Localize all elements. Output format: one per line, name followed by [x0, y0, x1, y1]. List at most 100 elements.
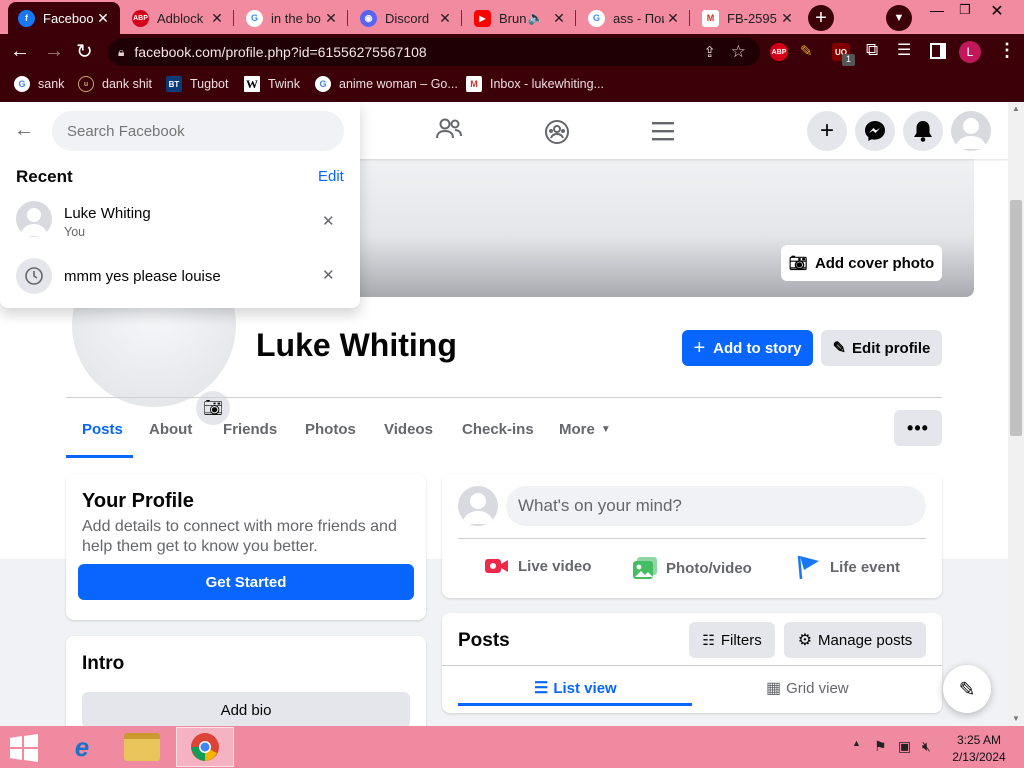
- facebook-icon: f: [18, 9, 35, 27]
- close-icon[interactable]: ✕: [208, 10, 226, 27]
- search-box[interactable]: [52, 111, 344, 151]
- bookmark-item[interactable]: M Inbox - lukewhiting...: [466, 76, 604, 92]
- restore-button[interactable]: ❐: [954, 2, 976, 22]
- edit-profile-button[interactable]: ✎ Edit profile: [821, 330, 942, 366]
- close-icon[interactable]: ✕: [436, 10, 454, 27]
- remove-recent-icon[interactable]: ✕: [322, 266, 335, 284]
- scroll-up-arrow[interactable]: ▲: [1012, 104, 1020, 113]
- bookmark-item[interactable]: u dank shit: [78, 76, 152, 92]
- forward-button[interactable]: →: [44, 40, 64, 63]
- reload-button[interactable]: ↻: [76, 39, 93, 64]
- bookmark-item[interactable]: G anime woman – Go...: [315, 76, 458, 92]
- recent-search-item[interactable]: Luke Whiting You ✕: [8, 198, 352, 246]
- page-scrollbar[interactable]: ▲ ▼: [1008, 102, 1024, 726]
- tab-google-search[interactable]: G in the bo ✕: [236, 2, 348, 34]
- tab-discord[interactable]: ◉ Discord ✕: [350, 2, 462, 34]
- bookmark-item[interactable]: W Twink: [244, 76, 300, 92]
- tab-gmail[interactable]: M FB-2595 ✕: [692, 2, 804, 34]
- get-started-button[interactable]: Get Started: [78, 564, 414, 600]
- messenger-button[interactable]: [855, 111, 895, 151]
- life-event-button[interactable]: Life event: [796, 554, 900, 580]
- tab-title: Facebook: [43, 10, 94, 26]
- tab-about[interactable]: About: [149, 421, 192, 438]
- tab-adblock[interactable]: ABP Adblock ✕: [122, 2, 234, 34]
- scroll-down-arrow[interactable]: ▼: [1012, 714, 1020, 723]
- add-to-story-button[interactable]: + Add to story: [682, 330, 813, 366]
- new-tab-button[interactable]: +: [808, 5, 834, 31]
- close-icon[interactable]: ✕: [94, 10, 112, 27]
- tab-search-button[interactable]: ▼: [886, 5, 912, 31]
- manage-posts-button[interactable]: ⚙ Manage posts: [784, 622, 926, 658]
- network-tray-icon[interactable]: ▣: [898, 738, 911, 755]
- tab-more[interactable]: More ▼: [559, 421, 611, 438]
- remove-recent-icon[interactable]: ✕: [322, 212, 335, 230]
- create-button[interactable]: +: [807, 111, 847, 151]
- intro-title: Intro: [82, 653, 125, 674]
- tab-google-ass[interactable]: G ass - Пои ✕: [578, 2, 690, 34]
- menu-kebab-icon[interactable]: ⋮: [998, 40, 1016, 61]
- share-icon[interactable]: ⇪: [703, 43, 716, 61]
- bookmark-item[interactable]: G sank: [14, 76, 64, 92]
- profile-avatar[interactable]: L: [959, 41, 981, 63]
- speaker-icon[interactable]: 🔈: [528, 10, 544, 26]
- chrome-taskbar-button[interactable]: [176, 727, 234, 767]
- list-view-tab[interactable]: ☰ List view: [534, 678, 617, 698]
- back-arrow-icon[interactable]: ←: [14, 119, 34, 142]
- account-avatar[interactable]: [951, 111, 991, 151]
- back-button[interactable]: ←: [10, 40, 30, 63]
- volume-muted-icon[interactable]: 🔇︎: [922, 738, 931, 755]
- tab-posts[interactable]: Posts: [82, 421, 123, 438]
- grid-view-tab[interactable]: ▦ Grid view: [766, 678, 849, 698]
- clock-date[interactable]: 2/13/2024: [948, 750, 1010, 764]
- address-bar[interactable]: 🔒︎ facebook.com/profile.php?id=615562755…: [108, 38, 760, 66]
- whats-on-your-mind-input[interactable]: What's on your mind?: [506, 486, 926, 526]
- gmail-icon: M: [466, 76, 482, 92]
- add-cover-photo-button[interactable]: 📷︎ Add cover photo: [781, 245, 942, 281]
- edit-recent-link[interactable]: Edit: [318, 168, 344, 185]
- bookmark-star-icon[interactable]: ☆: [731, 42, 746, 62]
- tab-facebook[interactable]: f Facebook ✕: [8, 2, 120, 34]
- tab-check-ins[interactable]: Check-ins: [462, 421, 534, 438]
- close-icon[interactable]: ✕: [322, 10, 340, 27]
- adblock-extension-icon[interactable]: ABP: [770, 43, 788, 61]
- file-explorer-icon[interactable]: [124, 733, 160, 761]
- bell-icon: [914, 121, 932, 142]
- side-panel-icon[interactable]: [930, 43, 946, 59]
- tab-friends[interactable]: Friends: [223, 421, 277, 438]
- close-icon[interactable]: ✕: [778, 10, 796, 27]
- puzzle-extensions-icon[interactable]: ⧉: [866, 40, 878, 60]
- avatar[interactable]: [458, 486, 498, 526]
- friends-nav-icon[interactable]: [436, 118, 462, 140]
- internet-explorer-icon[interactable]: e: [62, 730, 102, 764]
- pen-extension-icon[interactable]: ✎: [800, 42, 813, 60]
- clock-time[interactable]: 3:25 AM: [952, 733, 1006, 747]
- close-icon[interactable]: ✕: [664, 10, 682, 27]
- life-event-label: Life event: [830, 558, 901, 576]
- tab-videos[interactable]: Videos: [384, 421, 433, 438]
- tray-expand-icon[interactable]: ▲: [852, 738, 861, 748]
- lock-icon: 🔒︎: [118, 44, 125, 59]
- recent-search-item[interactable]: mmm yes please louise ✕: [8, 252, 352, 300]
- window-close-button[interactable]: ✕: [986, 1, 1008, 21]
- new-message-button[interactable]: ✎: [943, 665, 991, 713]
- add-bio-button[interactable]: Add bio: [82, 692, 410, 726]
- active-tab-indicator: [458, 703, 692, 706]
- minimize-button[interactable]: —: [926, 2, 948, 22]
- live-video-button[interactable]: Live video: [484, 556, 591, 576]
- scrollbar-thumb[interactable]: [1010, 200, 1022, 436]
- menu-nav-icon[interactable]: [652, 121, 674, 141]
- tab-photos[interactable]: Photos: [305, 421, 356, 438]
- filters-button[interactable]: ☷ Filters: [689, 622, 775, 658]
- tab-youtube[interactable]: ▶ Brun 🔈 ✕: [464, 2, 576, 34]
- flag-tray-icon[interactable]: ⚑: [874, 738, 887, 755]
- bookmark-item[interactable]: BT Tugbot: [166, 76, 228, 92]
- notifications-button[interactable]: [903, 111, 943, 151]
- search-input[interactable]: [52, 111, 344, 151]
- bt-icon: BT: [166, 76, 182, 92]
- media-controls-icon[interactable]: ☰: [897, 40, 911, 60]
- groups-nav-icon[interactable]: [544, 119, 570, 145]
- close-icon[interactable]: ✕: [550, 10, 568, 27]
- profile-more-options-button[interactable]: •••: [894, 410, 942, 446]
- photo-video-button[interactable]: Photo/video: [632, 556, 752, 580]
- start-button[interactable]: [8, 734, 40, 762]
